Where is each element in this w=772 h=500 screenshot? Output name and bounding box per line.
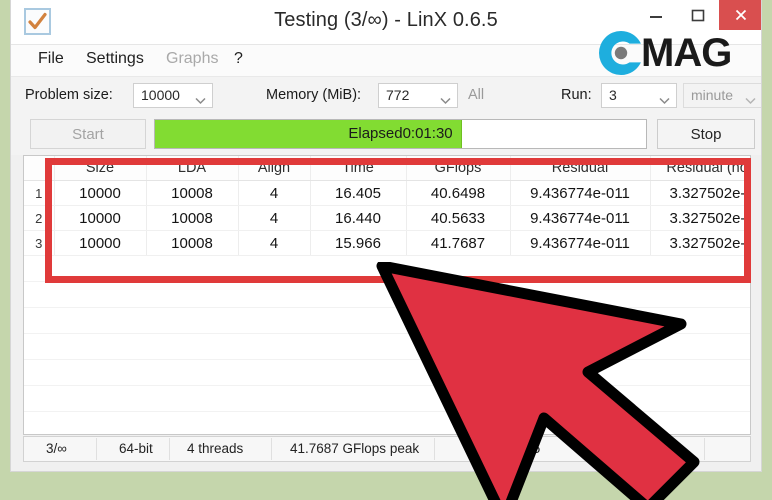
- column-header-gflops[interactable]: GFlops: [406, 156, 511, 181]
- cell-size: 10000: [54, 180, 147, 206]
- cell-gflops: 40.5633: [406, 205, 511, 231]
- row-index: 2: [24, 205, 55, 231]
- minimize-icon: [650, 16, 662, 18]
- column-header-residual-norm[interactable]: Residual (norm.): [650, 156, 750, 181]
- column-header-size[interactable]: Size: [54, 156, 147, 181]
- table-empty-row: [24, 411, 750, 434]
- results-table: Size LDA Align Time GFlops Residual Resi…: [24, 156, 750, 434]
- row-index: 1: [24, 180, 55, 206]
- menu-item-graphs: Graphs: [166, 50, 219, 67]
- maximize-icon: [691, 9, 705, 22]
- row-index: 3: [24, 230, 55, 256]
- minimize-button[interactable]: [635, 0, 677, 30]
- cell-lda: 10008: [146, 180, 239, 206]
- table-empty-row: [24, 307, 750, 334]
- status-divider: [704, 438, 705, 460]
- maximize-button[interactable]: [677, 0, 719, 30]
- title-bar: Testing (3/∞) - LinX 0.6.5: [11, 0, 761, 45]
- cell-residual-norm: 3.327502e-002: [650, 205, 750, 231]
- status-bar: 3/∞ 64-bit 4 threads 41.7687 GFlops peak…: [23, 436, 751, 462]
- table-row[interactable]: 2 10000 10008 4 16.440 40.5633 9.436774e…: [24, 205, 750, 231]
- column-header-index[interactable]: [24, 156, 55, 181]
- run-count-value: 3: [609, 87, 617, 103]
- cell-gflops: 40.6498: [406, 180, 511, 206]
- menu-item-settings[interactable]: Settings: [86, 50, 144, 68]
- column-header-time[interactable]: Time: [310, 156, 407, 181]
- run-count-combobox[interactable]: 3: [601, 83, 677, 108]
- cell-gflops: 41.7687: [406, 230, 511, 256]
- column-header-lda[interactable]: LDA: [146, 156, 239, 181]
- table-header-row: Size LDA Align Time GFlops Residual Resi…: [24, 156, 750, 181]
- table-empty-row: [24, 281, 750, 308]
- chevron-down-icon: [195, 92, 206, 110]
- memory-value: 772: [386, 87, 410, 103]
- menu-item-file[interactable]: File: [38, 50, 64, 68]
- table-empty-row: [24, 359, 750, 386]
- all-memory-label: All: [468, 87, 485, 103]
- progress-elapsed-time: 0:01:30: [402, 125, 453, 142]
- problem-size-label: Problem size:: [25, 87, 113, 103]
- chevron-down-icon: [659, 92, 670, 110]
- status-divider: [169, 438, 170, 460]
- cell-time: 15.966: [310, 230, 407, 256]
- menu-bar: File Settings Graphs ?: [11, 45, 761, 77]
- menu-item-help[interactable]: ?: [234, 50, 243, 68]
- run-unit-combobox: minute: [683, 83, 761, 110]
- status-run-progress: 3/∞: [46, 441, 67, 456]
- cell-residual-norm: 3.327502e-002: [650, 230, 750, 256]
- screenshot-canvas: Testing (3/∞) - LinX 0.6.5 File Settings: [0, 0, 772, 500]
- elapsed-progress-bar: Elapsed0:01:30: [154, 119, 647, 149]
- cell-align: 4: [238, 205, 311, 231]
- table-row[interactable]: 1 10000 10008 4 16.405 40.6498 9.436774e…: [24, 180, 750, 206]
- table-empty-row: [24, 385, 750, 412]
- start-button: Start: [30, 119, 146, 149]
- cell-lda: 10008: [146, 205, 239, 231]
- parameter-toolbar: Problem size: 10000 Memory (MiB): 772 Al…: [11, 77, 761, 115]
- close-icon: [735, 9, 747, 21]
- status-architecture: 64-bit: [119, 441, 153, 456]
- chevron-down-icon: [745, 92, 756, 110]
- linx-application-window: Testing (3/∞) - LinX 0.6.5 File Settings: [10, 0, 762, 472]
- stop-button[interactable]: Stop: [657, 119, 755, 149]
- memory-label: Memory (MiB):: [266, 87, 362, 103]
- cell-residual-norm: 3.327502e-002: [650, 180, 750, 206]
- cell-size: 10000: [54, 205, 147, 231]
- action-toolbar: Start Elapsed0:01:30 Stop: [11, 115, 761, 155]
- cell-lda: 10008: [146, 230, 239, 256]
- cell-size: 10000: [54, 230, 147, 256]
- status-peak-gflops: 41.7687 GFlops peak: [290, 441, 420, 456]
- status-cpu-name: Int…™ i5: [484, 441, 541, 456]
- cell-align: 4: [238, 230, 311, 256]
- column-header-residual[interactable]: Residual: [510, 156, 651, 181]
- problem-size-combobox[interactable]: 10000: [133, 83, 213, 108]
- run-label: Run:: [561, 87, 592, 103]
- close-button[interactable]: [719, 0, 761, 30]
- table-empty-row: [24, 255, 750, 282]
- status-divider: [96, 438, 97, 460]
- progress-elapsed-word: Elapsed: [348, 125, 403, 142]
- status-divider: [434, 438, 435, 460]
- table-row[interactable]: 3 10000 10008 4 15.966 41.7687 9.436774e…: [24, 230, 750, 256]
- table-empty-row: [24, 333, 750, 360]
- cell-residual: 9.436774e-011: [510, 230, 651, 256]
- results-table-container[interactable]: Size LDA Align Time GFlops Residual Resi…: [23, 155, 751, 435]
- run-unit-value: minute: [691, 87, 734, 103]
- memory-combobox[interactable]: 772: [378, 83, 458, 108]
- column-header-align[interactable]: Align: [238, 156, 311, 181]
- status-threads: 4 threads: [187, 441, 244, 456]
- cell-time: 16.440: [310, 205, 407, 231]
- chevron-down-icon: [440, 92, 451, 110]
- cell-align: 4: [238, 180, 311, 206]
- problem-size-value: 10000: [141, 87, 180, 103]
- cell-residual: 9.436774e-011: [510, 180, 651, 206]
- status-divider: [271, 438, 272, 460]
- cell-time: 16.405: [310, 180, 407, 206]
- cell-residual: 9.436774e-011: [510, 205, 651, 231]
- progress-label: Elapsed0:01:30: [155, 125, 646, 142]
